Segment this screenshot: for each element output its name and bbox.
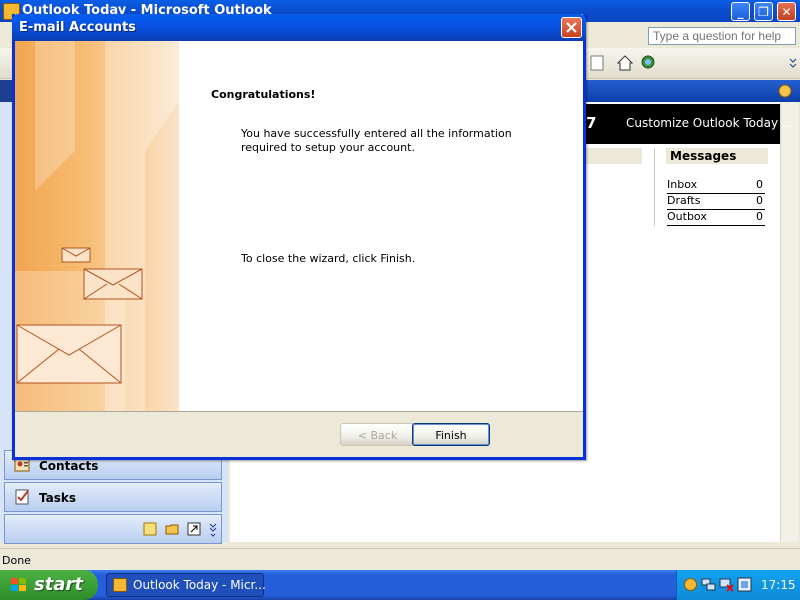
wizard-artwork — [15, 41, 179, 411]
dialog-close-button[interactable] — [561, 17, 582, 38]
outlook-tray-icon[interactable] — [683, 577, 698, 592]
folder-label: Inbox — [667, 178, 698, 191]
web-find-icon[interactable] — [640, 54, 658, 72]
system-tray: 17:15 — [676, 570, 800, 600]
start-button[interactable]: start — [0, 570, 98, 600]
folder-count: 0 — [756, 210, 763, 223]
folder-count: 0 — [756, 178, 763, 191]
network-disconnected-icon[interactable] — [719, 577, 734, 592]
nav-button-label: Tasks — [39, 491, 77, 505]
back-button[interactable]: < Back — [340, 423, 415, 446]
dialog-heading: Congratulations! — [211, 88, 316, 101]
home-icon[interactable] — [616, 54, 634, 72]
envelopes-illustration — [15, 41, 179, 411]
windows-logo-icon — [11, 578, 26, 591]
customize-outlook-today-link[interactable]: Customize Outlook Today ... — [626, 116, 793, 130]
folder-list-icon[interactable] — [165, 522, 179, 536]
today-date-bar: 7 Customize Outlook Today ... — [586, 104, 793, 144]
folder-label: Drafts — [667, 194, 701, 207]
minimize-button[interactable]: _ — [731, 2, 750, 21]
start-label: start — [34, 574, 83, 595]
dialog-title: E-mail Accounts — [19, 20, 136, 35]
messages-row-outbox[interactable]: Outbox 0 — [667, 210, 765, 226]
help-search-input[interactable] — [648, 27, 796, 45]
dialog-separator — [15, 411, 583, 412]
calendar-section-header — [586, 148, 642, 164]
dialog-body: Congratulations! You have successfully e… — [15, 41, 583, 411]
outlook-today-header — [586, 80, 800, 102]
taskbar-item-outlook[interactable]: Outlook Today - Micr... — [106, 573, 266, 597]
folder-count: 0 — [756, 194, 763, 207]
nav-button-label: Contacts — [39, 459, 99, 473]
sync-icon[interactable] — [776, 82, 794, 100]
date-text: 7 — [586, 114, 597, 132]
toolbar-overflow-icon[interactable] — [789, 54, 797, 72]
notes-icon[interactable] — [143, 522, 157, 536]
dialog-message: You have successfully entered all the in… — [241, 127, 512, 154]
shortcuts-icon[interactable] — [187, 522, 201, 536]
maximize-button[interactable]: ❐ — [754, 2, 773, 21]
network-icon[interactable] — [701, 577, 716, 592]
outlook-app-icon — [113, 578, 127, 592]
configure-buttons-icon[interactable] — [209, 521, 217, 539]
nav-button-tasks[interactable]: Tasks — [4, 482, 222, 512]
close-icon — [566, 22, 577, 33]
dialog-titlebar[interactable]: E-mail Accounts — [12, 14, 586, 41]
status-bar: Done — [0, 548, 800, 571]
messages-row-inbox[interactable]: Inbox 0 — [667, 178, 765, 194]
nav-shortcuts-bar — [4, 514, 222, 544]
dialog-close-instructions: To close the wizard, click Finish. — [241, 252, 416, 265]
column-divider — [654, 148, 655, 226]
clock: 17:15 — [761, 578, 796, 592]
vertical-scrollbar[interactable] — [780, 102, 798, 542]
tasks-icon — [15, 489, 29, 505]
close-window-button[interactable]: ✕ — [777, 2, 796, 21]
messages-title: Messages — [666, 148, 768, 164]
taskbar-item-label: Outlook Today - Micr... — [133, 578, 266, 592]
display-icon[interactable] — [737, 577, 752, 592]
folder-label: Outbox — [667, 210, 707, 223]
taskbar: start Outlook Today - Micr... 17:15 — [0, 570, 800, 600]
finish-button[interactable]: Finish — [412, 423, 490, 446]
status-text: Done — [2, 554, 31, 567]
email-accounts-dialog: E-mail Accounts Congratulations! You hav… — [12, 14, 586, 460]
messages-row-drafts[interactable]: Drafts 0 — [667, 194, 765, 210]
messages-panel: Messages Inbox 0 Drafts 0 Outbox 0 — [654, 148, 774, 228]
refresh-icon[interactable] — [588, 54, 606, 72]
